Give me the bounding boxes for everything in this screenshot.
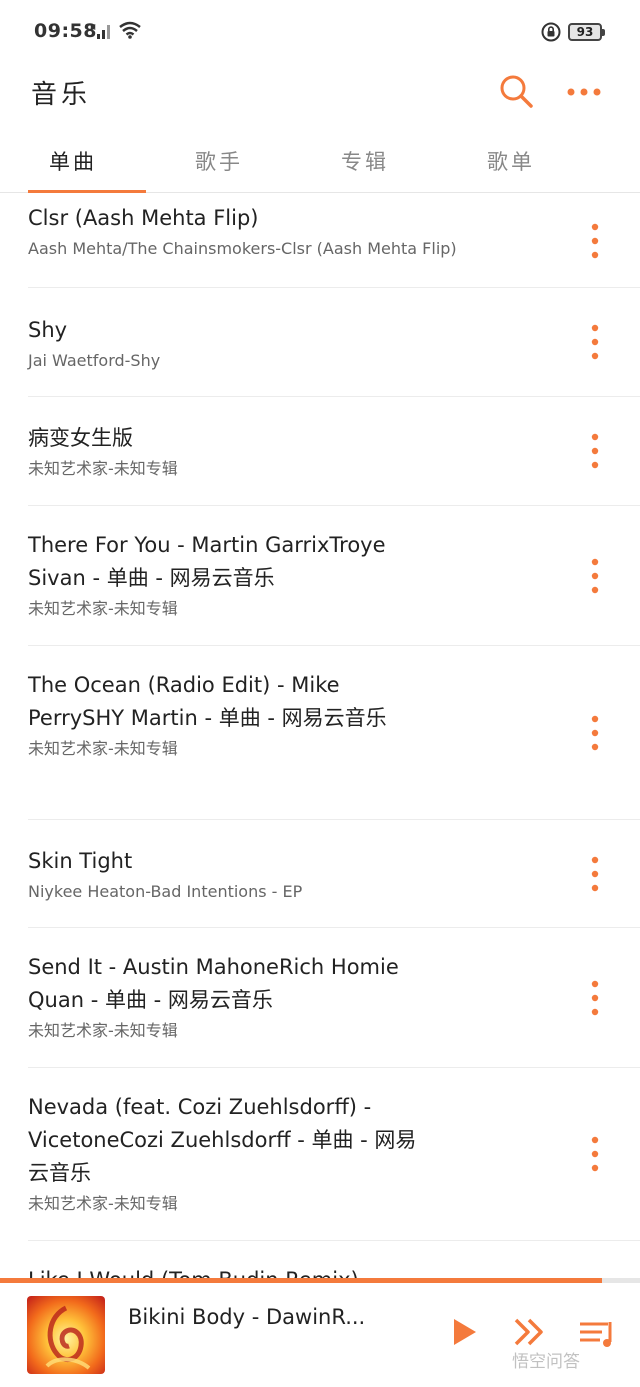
play-icon[interactable] (449, 1317, 479, 1347)
list-item[interactable]: Like I Would (Tom Budin Remix) (28, 1241, 640, 1279)
tab-artists[interactable]: 歌手 (146, 128, 292, 192)
song-artist: 未知艺术家-未知专辑 (28, 459, 178, 478)
page-title: 音乐 (31, 80, 92, 110)
list-item[interactable]: Skin Tight Niykee Heaton-Bad Intentions … (28, 820, 640, 928)
song-title: The Ocean (Radio Edit) - Mike PerrySHY M… (28, 673, 387, 730)
song-menu-icon[interactable] (589, 715, 601, 751)
next-track-icon[interactable] (512, 1317, 548, 1347)
song-title: Shy (28, 318, 68, 342)
status-time: 09:58 (34, 20, 97, 42)
song-menu-icon[interactable] (589, 856, 601, 892)
song-title: Clsr (Aash Mehta Flip) (28, 206, 259, 230)
song-menu-icon[interactable] (589, 1136, 601, 1172)
song-title: 病变女生版 (28, 426, 133, 450)
signal-icon: H (90, 23, 110, 39)
list-item[interactable]: Send It - Austin MahoneRich Homie Quan -… (28, 928, 640, 1068)
app-header: 音乐 (0, 64, 640, 120)
list-item[interactable]: Shy Jai Waetford-Shy (28, 288, 640, 397)
tab-playlists[interactable]: 歌单 (438, 128, 584, 192)
song-title: Send It - Austin MahoneRich Homie Quan -… (28, 955, 399, 1012)
song-list: Clsr (Aash Mehta Flip) Aash Mehta/The Ch… (0, 194, 640, 1279)
song-artist: 未知艺术家-未知专辑 (28, 739, 178, 758)
song-menu-icon[interactable] (589, 558, 601, 594)
song-artist: Jai Waetford-Shy (28, 351, 161, 370)
svg-text:H: H (90, 23, 96, 32)
battery-indicator: 93 (568, 23, 605, 41)
song-menu-icon[interactable] (589, 980, 601, 1016)
list-item[interactable]: Clsr (Aash Mehta Flip) Aash Mehta/The Ch… (28, 194, 640, 288)
song-title: Skin Tight (28, 849, 133, 873)
list-item[interactable]: There For You - Martin GarrixTroye Sivan… (28, 506, 640, 646)
watermark: 悟空问答 (512, 1352, 580, 1372)
song-artist: Aash Mehta/The Chainsmokers-Clsr (Aash M… (28, 239, 457, 258)
song-title: Like I Would (Tom Budin Remix) (28, 1264, 428, 1279)
search-icon[interactable] (497, 72, 537, 112)
song-artist: Niykee Heaton-Bad Intentions - EP (28, 882, 303, 901)
song-title: There For You - Martin GarrixTroye Sivan… (28, 533, 386, 590)
playlist-queue-icon[interactable] (578, 1318, 616, 1348)
status-bar: 09:58 H 93 (0, 0, 640, 64)
mini-player[interactable]: Bikini Body - DawinR... 悟空问答 (0, 1283, 640, 1387)
song-menu-icon[interactable] (589, 324, 601, 360)
rotation-lock-icon (541, 22, 561, 42)
tab-albums[interactable]: 专辑 (292, 128, 438, 192)
tab-singles[interactable]: 单曲 (0, 128, 146, 193)
song-artist: 未知艺术家-未知专辑 (28, 1194, 178, 1213)
song-title: Nevada (feat. Cozi Zuehlsdorff) - Viceto… (28, 1095, 417, 1185)
list-item[interactable]: 病变女生版 未知艺术家-未知专辑 (28, 397, 640, 506)
wifi-icon (119, 21, 141, 39)
category-tabs: 单曲 歌手 专辑 歌单 (0, 128, 640, 193)
song-artist: 未知艺术家-未知专辑 (28, 599, 178, 618)
song-artist: 未知艺术家-未知专辑 (28, 1021, 178, 1040)
more-options-icon[interactable] (565, 76, 605, 108)
list-item[interactable]: The Ocean (Radio Edit) - Mike PerrySHY M… (28, 646, 640, 820)
list-item[interactable]: Nevada (feat. Cozi Zuehlsdorff) - Viceto… (28, 1068, 640, 1241)
song-menu-icon[interactable] (589, 433, 601, 469)
album-cover[interactable] (27, 1296, 105, 1374)
song-menu-icon[interactable] (589, 223, 601, 259)
now-playing-title[interactable]: Bikini Body - DawinR... (128, 1305, 420, 1329)
